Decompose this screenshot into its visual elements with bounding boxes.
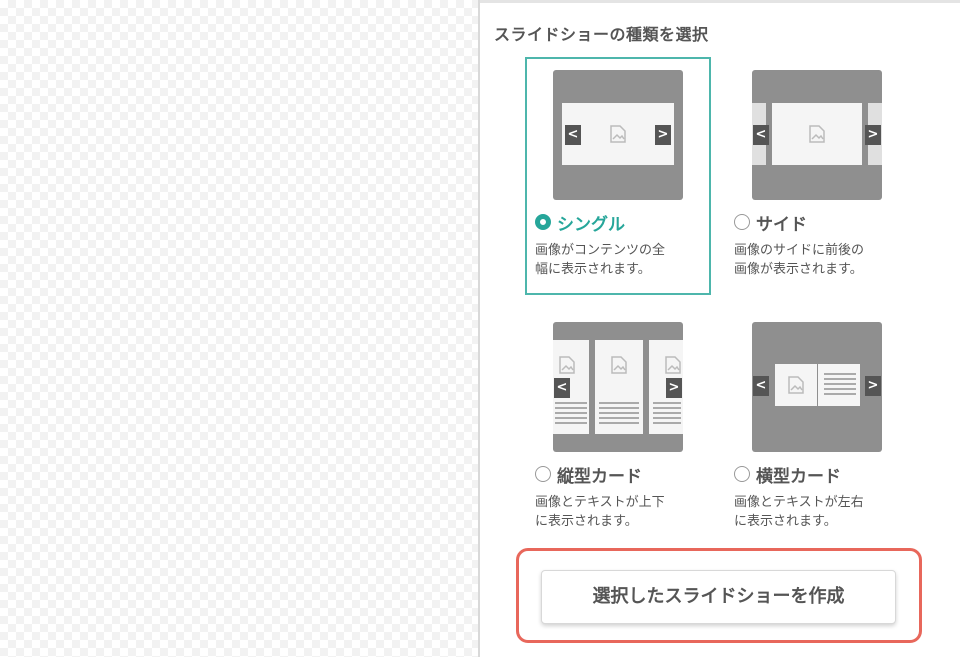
option-header: 縦型カード bbox=[535, 463, 642, 487]
image-icon bbox=[610, 125, 626, 143]
option-label: サイド bbox=[756, 214, 807, 235]
description-line: に表示されます。 bbox=[535, 514, 638, 529]
panel-top-border bbox=[480, 0, 960, 3]
option-description: 画像とテキストが上下 に表示されます。 bbox=[535, 493, 711, 531]
description-line: 画像がコンテンツの全 bbox=[535, 243, 666, 258]
image-icon bbox=[611, 356, 627, 374]
image-icon bbox=[788, 376, 804, 394]
text-lines bbox=[653, 402, 681, 427]
option-description: 画像のサイドに前後の 画像が表示されます。 bbox=[734, 241, 910, 279]
description-line: 画像のサイドに前後の bbox=[734, 243, 865, 258]
option-description: 画像とテキストが左右 に表示されます。 bbox=[734, 493, 910, 531]
chevron-right-icon: > bbox=[655, 125, 671, 145]
description-line: 画像とテキストが上下 bbox=[535, 495, 665, 510]
chevron-left-icon: < bbox=[565, 125, 581, 145]
image-icon bbox=[809, 125, 825, 143]
vertical-card-thumbnail: < > bbox=[553, 322, 683, 452]
image-icon bbox=[665, 356, 681, 374]
chevron-left-icon: < bbox=[753, 376, 769, 396]
description-line: に表示されます。 bbox=[734, 514, 837, 529]
panel-title: スライドショーの種類を選択 bbox=[494, 25, 709, 44]
option-description: 画像がコンテンツの全 幅に表示されます。 bbox=[535, 241, 711, 279]
radio-button[interactable] bbox=[535, 214, 551, 230]
single-thumbnail: < > bbox=[553, 70, 683, 200]
description-line: 画像が表示されます。 bbox=[734, 262, 863, 277]
option-single[interactable]: < > シングル 画像がコンテンツの全 幅に表示されます。 bbox=[525, 57, 711, 295]
description-line: 画像とテキストが左右 bbox=[734, 495, 864, 510]
text-lines bbox=[824, 373, 856, 398]
image-icon bbox=[559, 356, 575, 374]
chevron-right-icon: > bbox=[865, 376, 881, 396]
radio-button[interactable] bbox=[734, 214, 750, 230]
create-slideshow-button[interactable]: 選択したスライドショーを作成 bbox=[541, 570, 896, 624]
horizontal-card-thumbnail: < > bbox=[752, 322, 882, 452]
option-header: サイド bbox=[734, 211, 807, 235]
text-lines bbox=[599, 402, 639, 427]
option-label: 横型カード bbox=[756, 466, 841, 487]
chevron-left-icon: < bbox=[753, 125, 769, 145]
side-thumbnail: < > bbox=[752, 70, 882, 200]
description-line: 幅に表示されます。 bbox=[535, 262, 651, 277]
option-side[interactable]: < > サイド 画像のサイドに前後の 画像が表示されます。 bbox=[724, 57, 910, 295]
option-horizontal-card[interactable]: < > 横型カード 画像とテキストが左右 に表示されます。 bbox=[724, 309, 910, 547]
chevron-right-icon: > bbox=[666, 378, 682, 398]
text-lines bbox=[555, 402, 587, 427]
option-label: シングル bbox=[557, 214, 625, 235]
chevron-left-icon: < bbox=[554, 378, 570, 398]
option-vertical-card[interactable]: < > 縦型カード 画像とテキストが上下 に表示されます。 bbox=[525, 309, 711, 547]
chevron-right-icon: > bbox=[865, 125, 881, 145]
option-label: 縦型カード bbox=[557, 466, 642, 487]
radio-button[interactable] bbox=[734, 466, 750, 482]
radio-button[interactable] bbox=[535, 466, 551, 482]
option-header: シングル bbox=[535, 211, 625, 235]
option-header: 横型カード bbox=[734, 463, 841, 487]
